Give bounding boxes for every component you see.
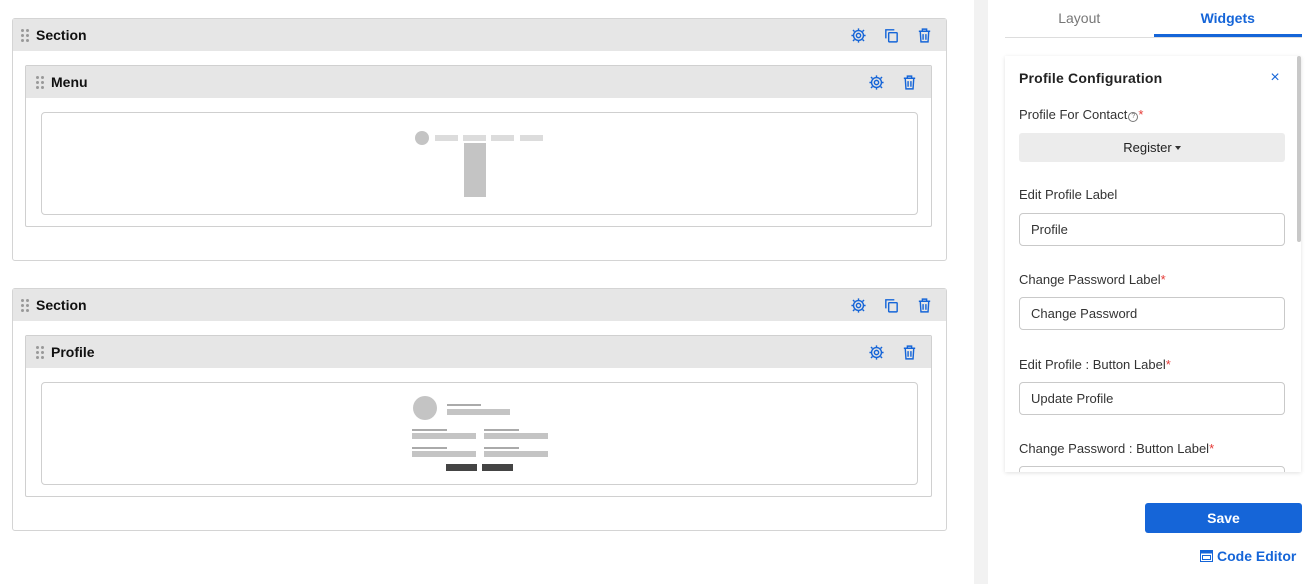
widget-title: Menu — [51, 74, 88, 90]
trash-icon[interactable] — [900, 343, 919, 362]
section-1[interactable]: Section Menu — [12, 18, 947, 261]
change-password-button-label-input[interactable] — [1019, 466, 1285, 472]
save-button[interactable]: Save — [1145, 503, 1302, 533]
config-title: Profile Configuration — [1019, 70, 1163, 86]
copy-icon[interactable] — [882, 26, 901, 45]
settings-icon[interactable] — [849, 296, 868, 315]
trash-icon[interactable] — [900, 73, 919, 92]
edit-profile-label-input[interactable] — [1019, 213, 1285, 246]
change-password-label-label: Change Password Label* — [1019, 272, 1166, 287]
drag-handle-icon[interactable] — [36, 76, 44, 89]
section-title: Section — [36, 27, 87, 43]
copy-icon[interactable] — [882, 296, 901, 315]
required-mark: * — [1165, 357, 1171, 372]
settings-icon[interactable] — [849, 26, 868, 45]
label-text: Edit Profile : Button Label — [1019, 357, 1166, 372]
code-editor-label: Code Editor — [1217, 548, 1297, 564]
profile-for-contact-dropdown[interactable]: Register — [1019, 133, 1285, 162]
section-header[interactable]: Section — [13, 289, 946, 321]
section-header[interactable]: Section — [13, 19, 946, 51]
code-window-icon — [1200, 550, 1213, 562]
menu-widget[interactable]: Menu — [25, 65, 932, 227]
help-icon[interactable]: ? — [1128, 112, 1139, 122]
edit-profile-button-label-label: Edit Profile : Button Label* — [1019, 357, 1171, 372]
required-mark: * — [1160, 272, 1166, 287]
menu-wireframe-illustration — [415, 131, 543, 197]
drag-handle-icon[interactable] — [21, 29, 29, 42]
edit-profile-button-label-input[interactable] — [1019, 382, 1285, 415]
close-icon[interactable]: × — [1267, 70, 1283, 86]
trash-icon[interactable] — [915, 26, 934, 45]
required-mark: * — [1209, 441, 1215, 456]
widget-header[interactable]: Menu — [26, 66, 931, 98]
profile-widget[interactable]: Profile — [25, 335, 932, 497]
profile-configuration-card: Profile Configuration × Profile For Cont… — [1005, 56, 1301, 472]
profile-wireframe-illustration — [412, 396, 548, 471]
tab-layout[interactable]: Layout — [1005, 0, 1154, 37]
section-title: Section — [36, 297, 87, 313]
settings-icon[interactable] — [867, 73, 886, 92]
settings-icon[interactable] — [867, 343, 886, 362]
edit-profile-label-label: Edit Profile Label — [1019, 187, 1118, 202]
widget-title: Profile — [51, 344, 95, 360]
profile-preview — [41, 382, 918, 485]
change-password-label-input[interactable] — [1019, 297, 1285, 330]
code-editor-link[interactable]: Code Editor — [1200, 548, 1296, 564]
panel-gutter — [974, 0, 988, 584]
label-text: Change Password Label — [1019, 272, 1161, 287]
section-2[interactable]: Section Profile — [12, 288, 947, 531]
profile-for-contact-label: Profile For Contact? * — [1019, 107, 1143, 122]
drag-handle-icon[interactable] — [36, 346, 44, 359]
scrollbar[interactable] — [1297, 56, 1301, 242]
required-mark: * — [1138, 107, 1144, 122]
change-password-button-label-label: Change Password : Button Label* — [1019, 441, 1214, 456]
tab-widgets[interactable]: Widgets — [1153, 0, 1302, 37]
drag-handle-icon[interactable] — [21, 299, 29, 312]
builder-canvas: Section Menu Section Profile — [0, 0, 974, 584]
caret-down-icon — [1174, 146, 1181, 150]
properties-panel: Layout Widgets Profile Configuration × P… — [988, 0, 1312, 584]
menu-preview — [41, 112, 918, 215]
label-text: Profile For Contact — [1019, 107, 1128, 122]
label-text: Change Password : Button Label — [1019, 441, 1210, 456]
panel-tabs: Layout Widgets — [1005, 0, 1302, 38]
dropdown-value: Register — [1123, 140, 1172, 155]
trash-icon[interactable] — [915, 296, 934, 315]
widget-header[interactable]: Profile — [26, 336, 931, 368]
